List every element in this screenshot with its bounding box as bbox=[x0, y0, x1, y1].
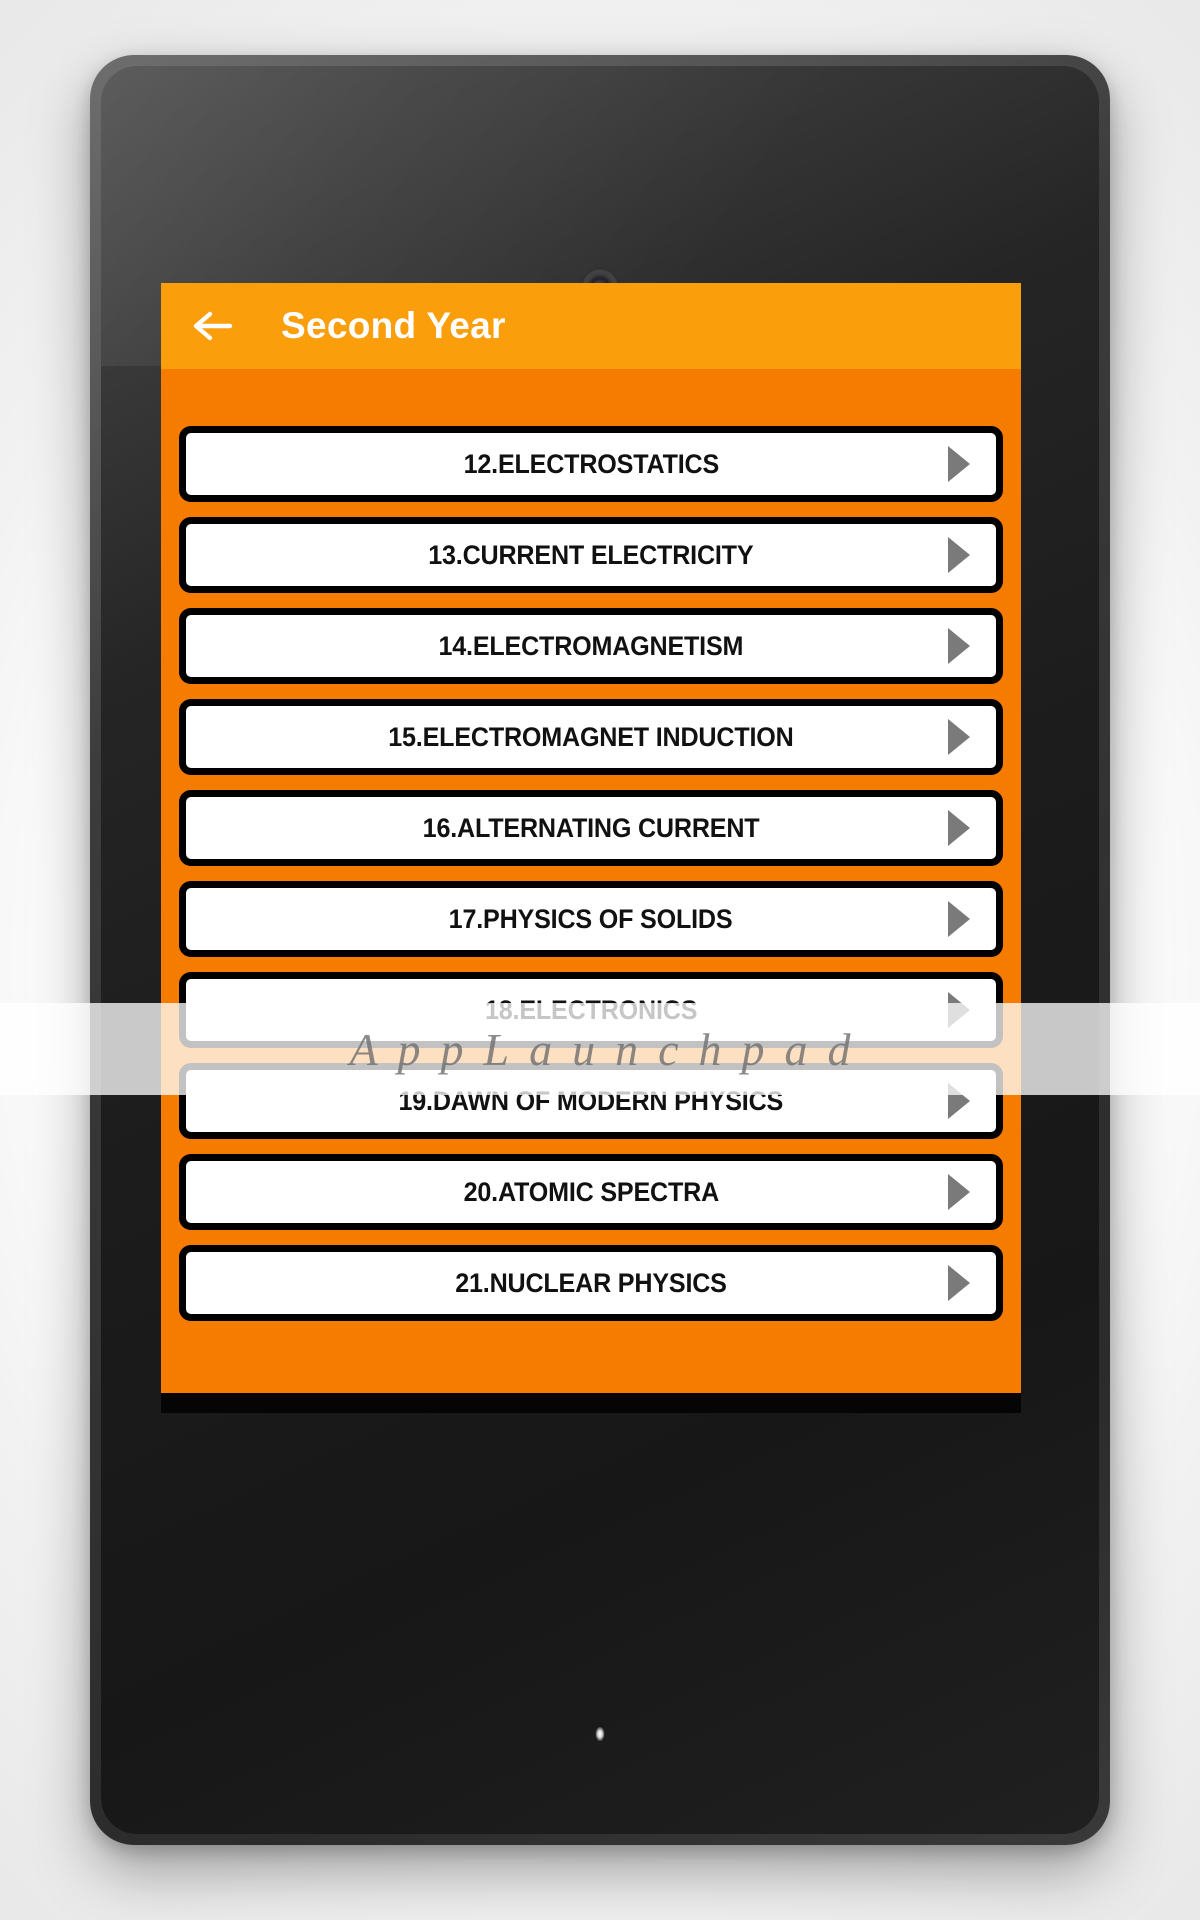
list-item-label: 12.ELECTROSTATICS bbox=[463, 448, 719, 479]
list-item-label: 19.DAWN OF MODERN PHYSICS bbox=[398, 1085, 784, 1116]
list-item[interactable]: 21.NUCLEAR PHYSICS bbox=[179, 1245, 1003, 1321]
chevron-right-triangle-icon bbox=[948, 446, 970, 482]
chevron-right-triangle-icon bbox=[948, 1083, 970, 1119]
chapter-list-container: 12.ELECTROSTATICS 13.CURRENT ELECTRICITY… bbox=[161, 369, 1021, 1413]
list-item-label: 20.ATOMIC SPECTRA bbox=[463, 1176, 719, 1207]
list-item[interactable]: 18.ELECTRONICS bbox=[179, 972, 1003, 1048]
tablet-device-frame: Second Year 12.ELECTROSTATICS 13.CURRENT… bbox=[90, 55, 1110, 1845]
list-item[interactable]: 16.ALTERNATING CURRENT bbox=[179, 790, 1003, 866]
list-item-label: 21.NUCLEAR PHYSICS bbox=[455, 1267, 727, 1298]
chevron-right-triangle-icon bbox=[948, 537, 970, 573]
chevron-right-triangle-icon bbox=[948, 719, 970, 755]
page-title: Second Year bbox=[281, 305, 506, 346]
list-item-label: 15.ELECTROMAGNET INDUCTION bbox=[388, 721, 794, 752]
list-item-label: 14.ELECTROMAGNETISM bbox=[438, 630, 744, 661]
screen-bottom-edge bbox=[161, 1393, 1021, 1413]
list-item[interactable]: 19.DAWN OF MODERN PHYSICS bbox=[179, 1063, 1003, 1139]
tablet-bezel: Second Year 12.ELECTROSTATICS 13.CURRENT… bbox=[101, 66, 1099, 1834]
chevron-right-triangle-icon bbox=[948, 810, 970, 846]
chevron-right-triangle-icon bbox=[948, 992, 970, 1028]
app-screen: Second Year 12.ELECTROSTATICS 13.CURRENT… bbox=[161, 283, 1021, 1413]
back-arrow-icon bbox=[193, 309, 233, 343]
list-item-label: 13.CURRENT ELECTRICITY bbox=[428, 539, 754, 570]
list-item[interactable]: 13.CURRENT ELECTRICITY bbox=[179, 517, 1003, 593]
list-item[interactable]: 20.ATOMIC SPECTRA bbox=[179, 1154, 1003, 1230]
list-item[interactable]: 17.PHYSICS OF SOLIDS bbox=[179, 881, 1003, 957]
list-item-label: 17.PHYSICS OF SOLIDS bbox=[449, 903, 733, 934]
list-item[interactable]: 12.ELECTROSTATICS bbox=[179, 426, 1003, 502]
list-item[interactable]: 14.ELECTROMAGNETISM bbox=[179, 608, 1003, 684]
list-item-label: 16.ALTERNATING CURRENT bbox=[422, 812, 760, 843]
chevron-right-triangle-icon bbox=[948, 1265, 970, 1301]
app-header-bar: Second Year bbox=[161, 283, 1021, 369]
back-button[interactable] bbox=[187, 300, 239, 352]
notification-led-icon bbox=[595, 1727, 605, 1741]
chevron-right-triangle-icon bbox=[948, 1174, 970, 1210]
chapter-list: 12.ELECTROSTATICS 13.CURRENT ELECTRICITY… bbox=[169, 426, 1013, 1321]
list-item-label: 18.ELECTRONICS bbox=[484, 994, 698, 1025]
chevron-right-triangle-icon bbox=[948, 901, 970, 937]
list-item[interactable]: 15.ELECTROMAGNET INDUCTION bbox=[179, 699, 1003, 775]
chevron-right-triangle-icon bbox=[948, 628, 970, 664]
